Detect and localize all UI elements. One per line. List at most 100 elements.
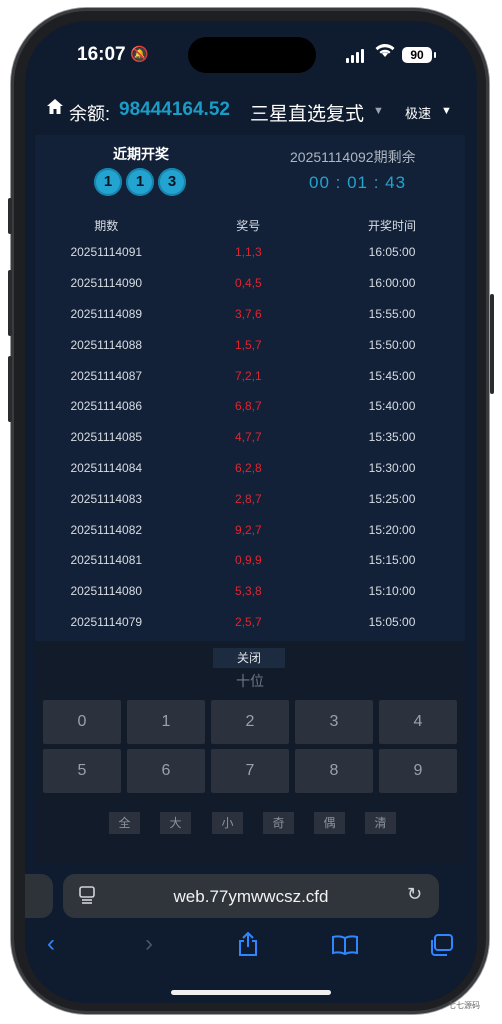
volume-down-button	[8, 356, 12, 422]
forward-icon[interactable]: ›	[145, 930, 153, 958]
watermark: 七七源码	[448, 1001, 480, 1010]
close-button[interactable]: 关闭	[213, 648, 285, 668]
row-issue: 20251114088	[70, 337, 143, 352]
digit-key-5[interactable]: 5	[43, 749, 121, 793]
address-bar[interactable]: web.77ymwwcsz.cfd ↻	[63, 874, 439, 918]
table-row: 20251114087 7,2,1 15:45:00	[35, 360, 465, 391]
digit-key-8[interactable]: 8	[295, 749, 373, 793]
table-row: 20251114088 1,5,7 15:50:00	[35, 329, 465, 360]
action-button	[8, 198, 12, 234]
row-draw-time: 15:35:00	[368, 430, 416, 445]
row-numbers: 1,1,3	[234, 245, 262, 260]
row-draw-time: 15:40:00	[368, 399, 416, 414]
row-draw-time: 16:05:00	[368, 245, 416, 260]
recent-draw-label: 近期开奖	[113, 146, 169, 162]
row-numbers: 6,2,8	[234, 460, 262, 475]
screen: 16:07 🔕 90 余额: 98444164.52 三星直选复式 ▼ 极速 ▼…	[25, 21, 477, 1003]
number-keypad: 关闭 十位 01234 56789 全大小奇偶清	[35, 641, 465, 864]
digit-key-2[interactable]: 2	[211, 700, 289, 744]
digit-position-label: 十位	[236, 673, 264, 689]
row-draw-time: 15:25:00	[368, 491, 416, 506]
balance-label: 余额:	[69, 104, 111, 124]
row-draw-time: 15:45:00	[368, 368, 416, 383]
draw-ball: 1	[126, 168, 154, 196]
row-issue: 20251114090	[70, 276, 143, 291]
row-numbers: 2,5,7	[234, 614, 262, 629]
digit-key-9[interactable]: 9	[379, 749, 457, 793]
row-numbers: 9,2,7	[234, 522, 262, 537]
row-issue: 20251114083	[70, 491, 143, 506]
digit-key-3[interactable]: 3	[295, 700, 373, 744]
status-bar: 16:07 🔕 90	[25, 21, 477, 91]
digit-key-7[interactable]: 7	[211, 749, 289, 793]
power-button	[490, 294, 494, 394]
header-issue: 期数	[94, 218, 119, 233]
url-text[interactable]: web.77ymwwcsz.cfd	[63, 887, 439, 907]
play-mode-select[interactable]: 三星直选复式	[250, 99, 364, 126]
filter-key[interactable]: 偶	[314, 812, 345, 834]
status-time: 16:07	[77, 44, 126, 65]
row-draw-time: 15:30:00	[368, 460, 416, 475]
filter-key[interactable]: 小	[212, 812, 243, 834]
previous-tab-preview[interactable]	[25, 874, 53, 918]
wifi-icon	[375, 43, 395, 63]
home-icon[interactable]	[47, 99, 63, 119]
filter-key[interactable]: 清	[365, 812, 396, 834]
draw-ball: 1	[94, 168, 122, 196]
row-issue: 20251114082	[70, 522, 143, 537]
filter-key[interactable]: 奇	[263, 812, 294, 834]
caret-down-icon[interactable]: ▼	[441, 105, 452, 117]
row-draw-time: 15:10:00	[368, 584, 416, 599]
table-row: 20251114081 0,9,9 15:15:00	[35, 545, 465, 576]
home-indicator[interactable]	[171, 990, 331, 995]
row-numbers: 1,5,7	[234, 337, 262, 352]
row-draw-time: 15:05:00	[368, 614, 416, 629]
signal-icon	[346, 49, 366, 63]
volume-up-button	[8, 270, 12, 336]
digit-key-6[interactable]: 6	[127, 749, 205, 793]
table-row: 20251114086 6,8,7 15:40:00	[35, 391, 465, 422]
row-draw-time: 15:50:00	[368, 337, 416, 352]
row-draw-time: 15:55:00	[368, 306, 416, 321]
table-row: 20251114080 5,3,8 15:10:00	[35, 576, 465, 607]
table-row: 20251114090 0,4,5 16:00:00	[35, 268, 465, 299]
draw-results-panel: 近期开奖 1 1 3 20251114092期剩余 00 : 01 : 43 期…	[35, 135, 465, 660]
filter-key[interactable]: 全	[109, 812, 140, 834]
row-issue: 20251114086	[70, 399, 143, 414]
share-icon[interactable]	[237, 931, 259, 963]
row-numbers: 0,9,9	[234, 553, 262, 568]
row-issue: 20251114087	[70, 368, 143, 383]
table-header-row: 期数 奖号 开奖时间	[35, 213, 465, 237]
filter-key[interactable]: 大	[160, 812, 191, 834]
bell-slash-icon: 🔕	[130, 46, 149, 63]
speed-select[interactable]: 极速	[405, 103, 431, 122]
row-issue: 20251114084	[70, 460, 143, 475]
row-numbers: 2,8,7	[234, 491, 262, 506]
digit-key-1[interactable]: 1	[127, 700, 205, 744]
header-draw-time: 开奖时间	[368, 218, 417, 233]
row-draw-time: 15:15:00	[368, 553, 416, 568]
dynamic-island	[188, 37, 316, 73]
table-row: 20251114083 2,8,7 15:25:00	[35, 483, 465, 514]
next-issue-label: 20251114092期剩余	[290, 149, 416, 165]
digit-key-0[interactable]: 0	[43, 700, 121, 744]
row-numbers: 0,4,5	[234, 276, 262, 291]
reload-icon[interactable]: ↻	[407, 884, 422, 905]
table-row: 20251114082 9,2,7 15:20:00	[35, 514, 465, 545]
back-icon[interactable]: ‹	[47, 930, 55, 958]
tabs-icon[interactable]	[429, 934, 453, 963]
draw-ball: 3	[158, 168, 186, 196]
caret-down-icon[interactable]: ▼	[373, 105, 384, 117]
digit-key-4[interactable]: 4	[379, 700, 457, 744]
table-row: 20251114085 4,7,7 15:35:00	[35, 422, 465, 453]
table-row: 20251114084 6,2,8 15:30:00	[35, 453, 465, 484]
row-numbers: 5,3,8	[234, 584, 262, 599]
countdown-timer: 00 : 01 : 43	[309, 173, 407, 192]
row-numbers: 6,8,7	[234, 399, 262, 414]
bookmarks-icon[interactable]	[332, 934, 358, 962]
row-draw-time: 16:00:00	[368, 276, 416, 291]
battery-indicator: 90	[402, 47, 436, 63]
table-row: 20251114091 1,1,3 16:05:00	[35, 237, 465, 268]
table-row: 20251114079 2,5,7 15:05:00	[35, 607, 465, 638]
row-numbers: 7,2,1	[234, 368, 262, 383]
